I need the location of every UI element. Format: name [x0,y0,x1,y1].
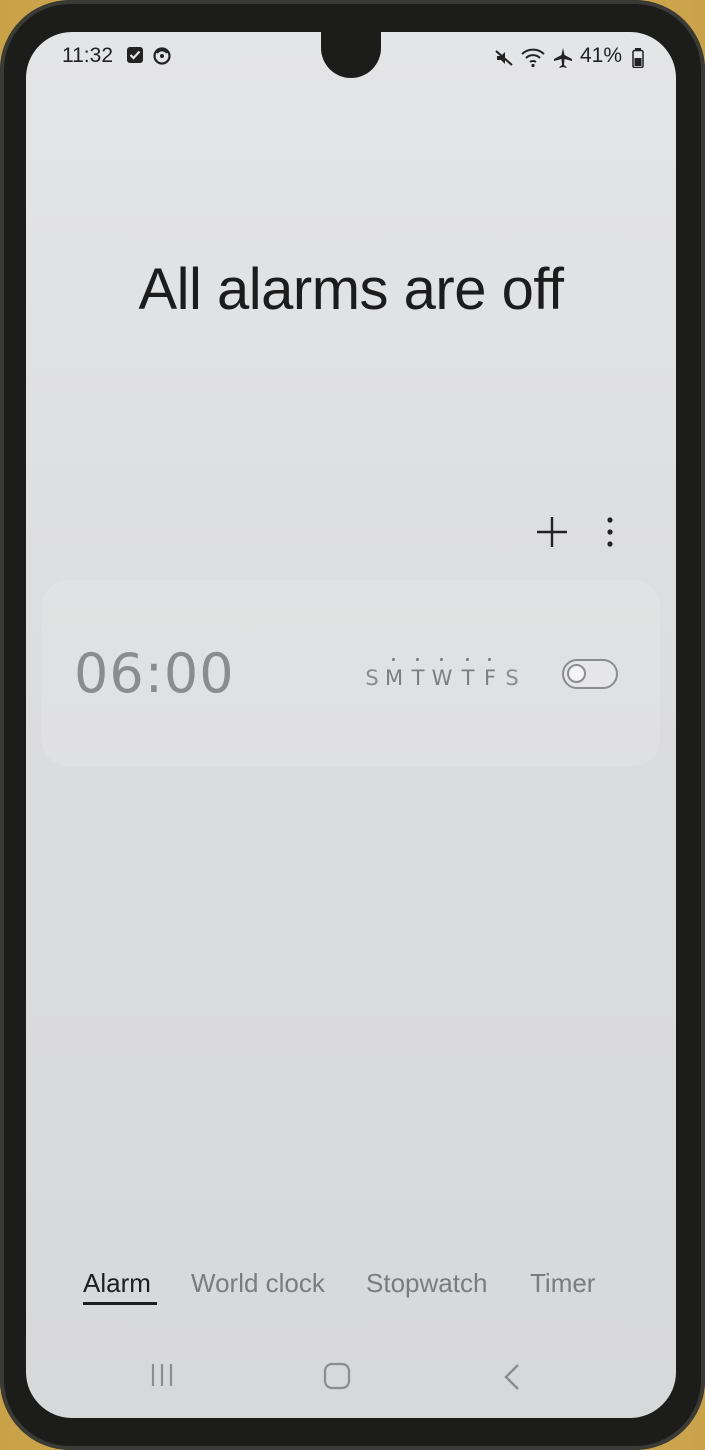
checkbox-notification-icon [127,47,143,63]
toggle-knob [567,664,586,683]
tab-timer[interactable]: Timer [530,1268,595,1299]
bottom-tab-bar: Alarm World clock Stopwatch Timer [26,1268,676,1318]
status-bar: 11:32 41% [26,32,676,82]
add-alarm-button[interactable] [532,512,572,552]
battery-percent: 41% [580,44,623,67]
screen: 11:32 41% All alarms are off 06:00 S M T… [26,32,676,1418]
day-monday: M [382,658,406,690]
day-saturday: S [505,666,519,690]
recent-apps-icon[interactable] [148,1362,176,1388]
day-sunday: S [365,666,379,690]
tab-alarm[interactable]: Alarm [83,1268,151,1299]
day-active-dot [488,658,491,661]
battery-icon [632,48,644,68]
day-active-dot [416,658,419,661]
airplane-icon [554,48,572,68]
phone-frame: 11:32 41% All alarms are off 06:00 S M T… [0,0,705,1450]
day-friday: F [478,658,502,690]
wifi-icon [521,48,545,68]
tab-stopwatch[interactable]: Stopwatch [366,1268,487,1299]
plus-icon [537,517,567,547]
mute-icon [495,50,513,66]
timer-notification-icon [153,47,171,65]
day-thursday: T [456,658,480,690]
active-tab-indicator [83,1302,157,1305]
page-title: All alarms are off [138,257,564,322]
day-active-dot [392,658,395,661]
alarm-time: 06:00 [74,642,235,705]
more-vertical-icon [607,517,613,547]
day-wednesday: W [430,658,454,690]
more-options-button[interactable] [600,512,620,552]
home-icon[interactable] [323,1362,351,1390]
day-tuesday: T [406,658,430,690]
day-active-dot [440,658,443,661]
tab-world-clock[interactable]: World clock [191,1268,325,1299]
camera-notch [321,32,381,78]
system-nav-bar [26,1350,676,1400]
day-active-dot [466,658,469,661]
status-time: 11:32 [62,44,113,67]
back-icon[interactable] [502,1362,522,1392]
alarm-toggle-switch[interactable] [562,659,618,689]
